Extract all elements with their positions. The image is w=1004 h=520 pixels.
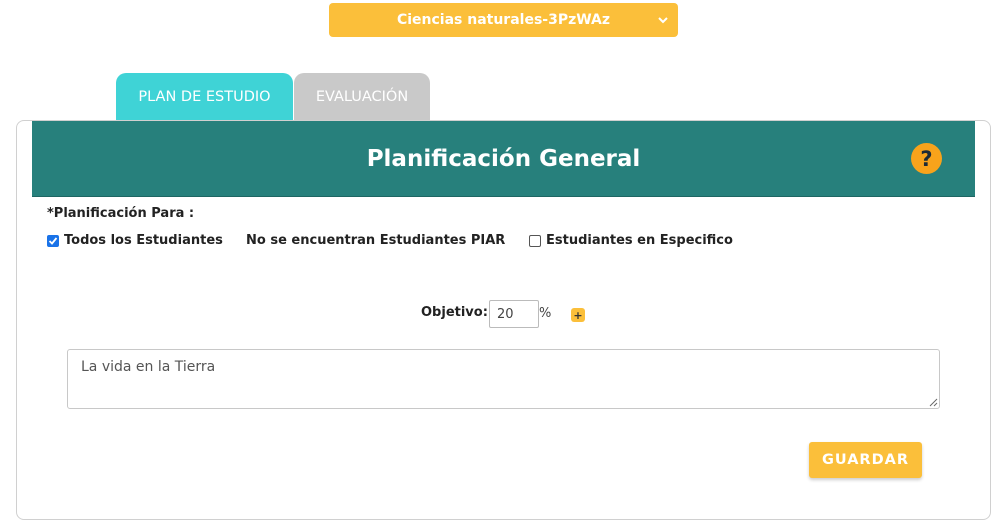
subject-select-value: Ciencias naturales-3PzWAz bbox=[396, 12, 611, 28]
plus-icon: + bbox=[573, 308, 583, 322]
resize-handle-icon[interactable] bbox=[928, 397, 938, 407]
percent-sign: % bbox=[539, 306, 552, 321]
tab-plan-de-estudio[interactable]: PLAN DE ESTUDIO bbox=[116, 73, 293, 121]
tab-label: PLAN DE ESTUDIO bbox=[138, 89, 271, 105]
objective-text-value: La vida en la Tierra bbox=[81, 359, 216, 375]
objective-percent-input[interactable] bbox=[489, 300, 539, 328]
piar-status-text: No se encuentran Estudiantes PIAR bbox=[246, 233, 505, 248]
checkbox-unchecked[interactable] bbox=[529, 234, 541, 247]
save-button[interactable]: GUARDAR bbox=[809, 442, 922, 478]
option-label: Todos los Estudiantes bbox=[64, 233, 223, 248]
help-icon[interactable]: ? bbox=[911, 143, 942, 174]
objective-textarea[interactable]: La vida en la Tierra bbox=[67, 349, 940, 409]
page-banner: Planificación General bbox=[32, 121, 975, 197]
tab-evaluacion[interactable]: EVALUACIÓN bbox=[294, 73, 430, 121]
add-objective-button[interactable]: + bbox=[571, 308, 585, 322]
save-button-label: GUARDAR bbox=[821, 452, 910, 468]
option-label: Estudiantes en Especifico bbox=[546, 233, 733, 248]
tab-label: EVALUACIÓN bbox=[315, 89, 409, 105]
checkbox-checked[interactable] bbox=[47, 234, 59, 247]
option-specific-students[interactable]: Estudiantes en Especifico bbox=[529, 233, 733, 248]
option-label: No se encuentran Estudiantes PIAR bbox=[246, 233, 506, 248]
check-icon bbox=[48, 236, 58, 245]
chevron-down-icon bbox=[658, 17, 668, 24]
option-all-students[interactable]: Todos los Estudiantes bbox=[47, 233, 223, 248]
planning-for-label: *Planificación Para : bbox=[47, 206, 195, 221]
subject-select[interactable]: Ciencias naturales-3PzWAz bbox=[329, 3, 678, 37]
help-icon-glyph: ? bbox=[920, 146, 933, 171]
objective-label: Objetivo: bbox=[421, 305, 488, 320]
page-title: Planificación General bbox=[366, 145, 641, 172]
